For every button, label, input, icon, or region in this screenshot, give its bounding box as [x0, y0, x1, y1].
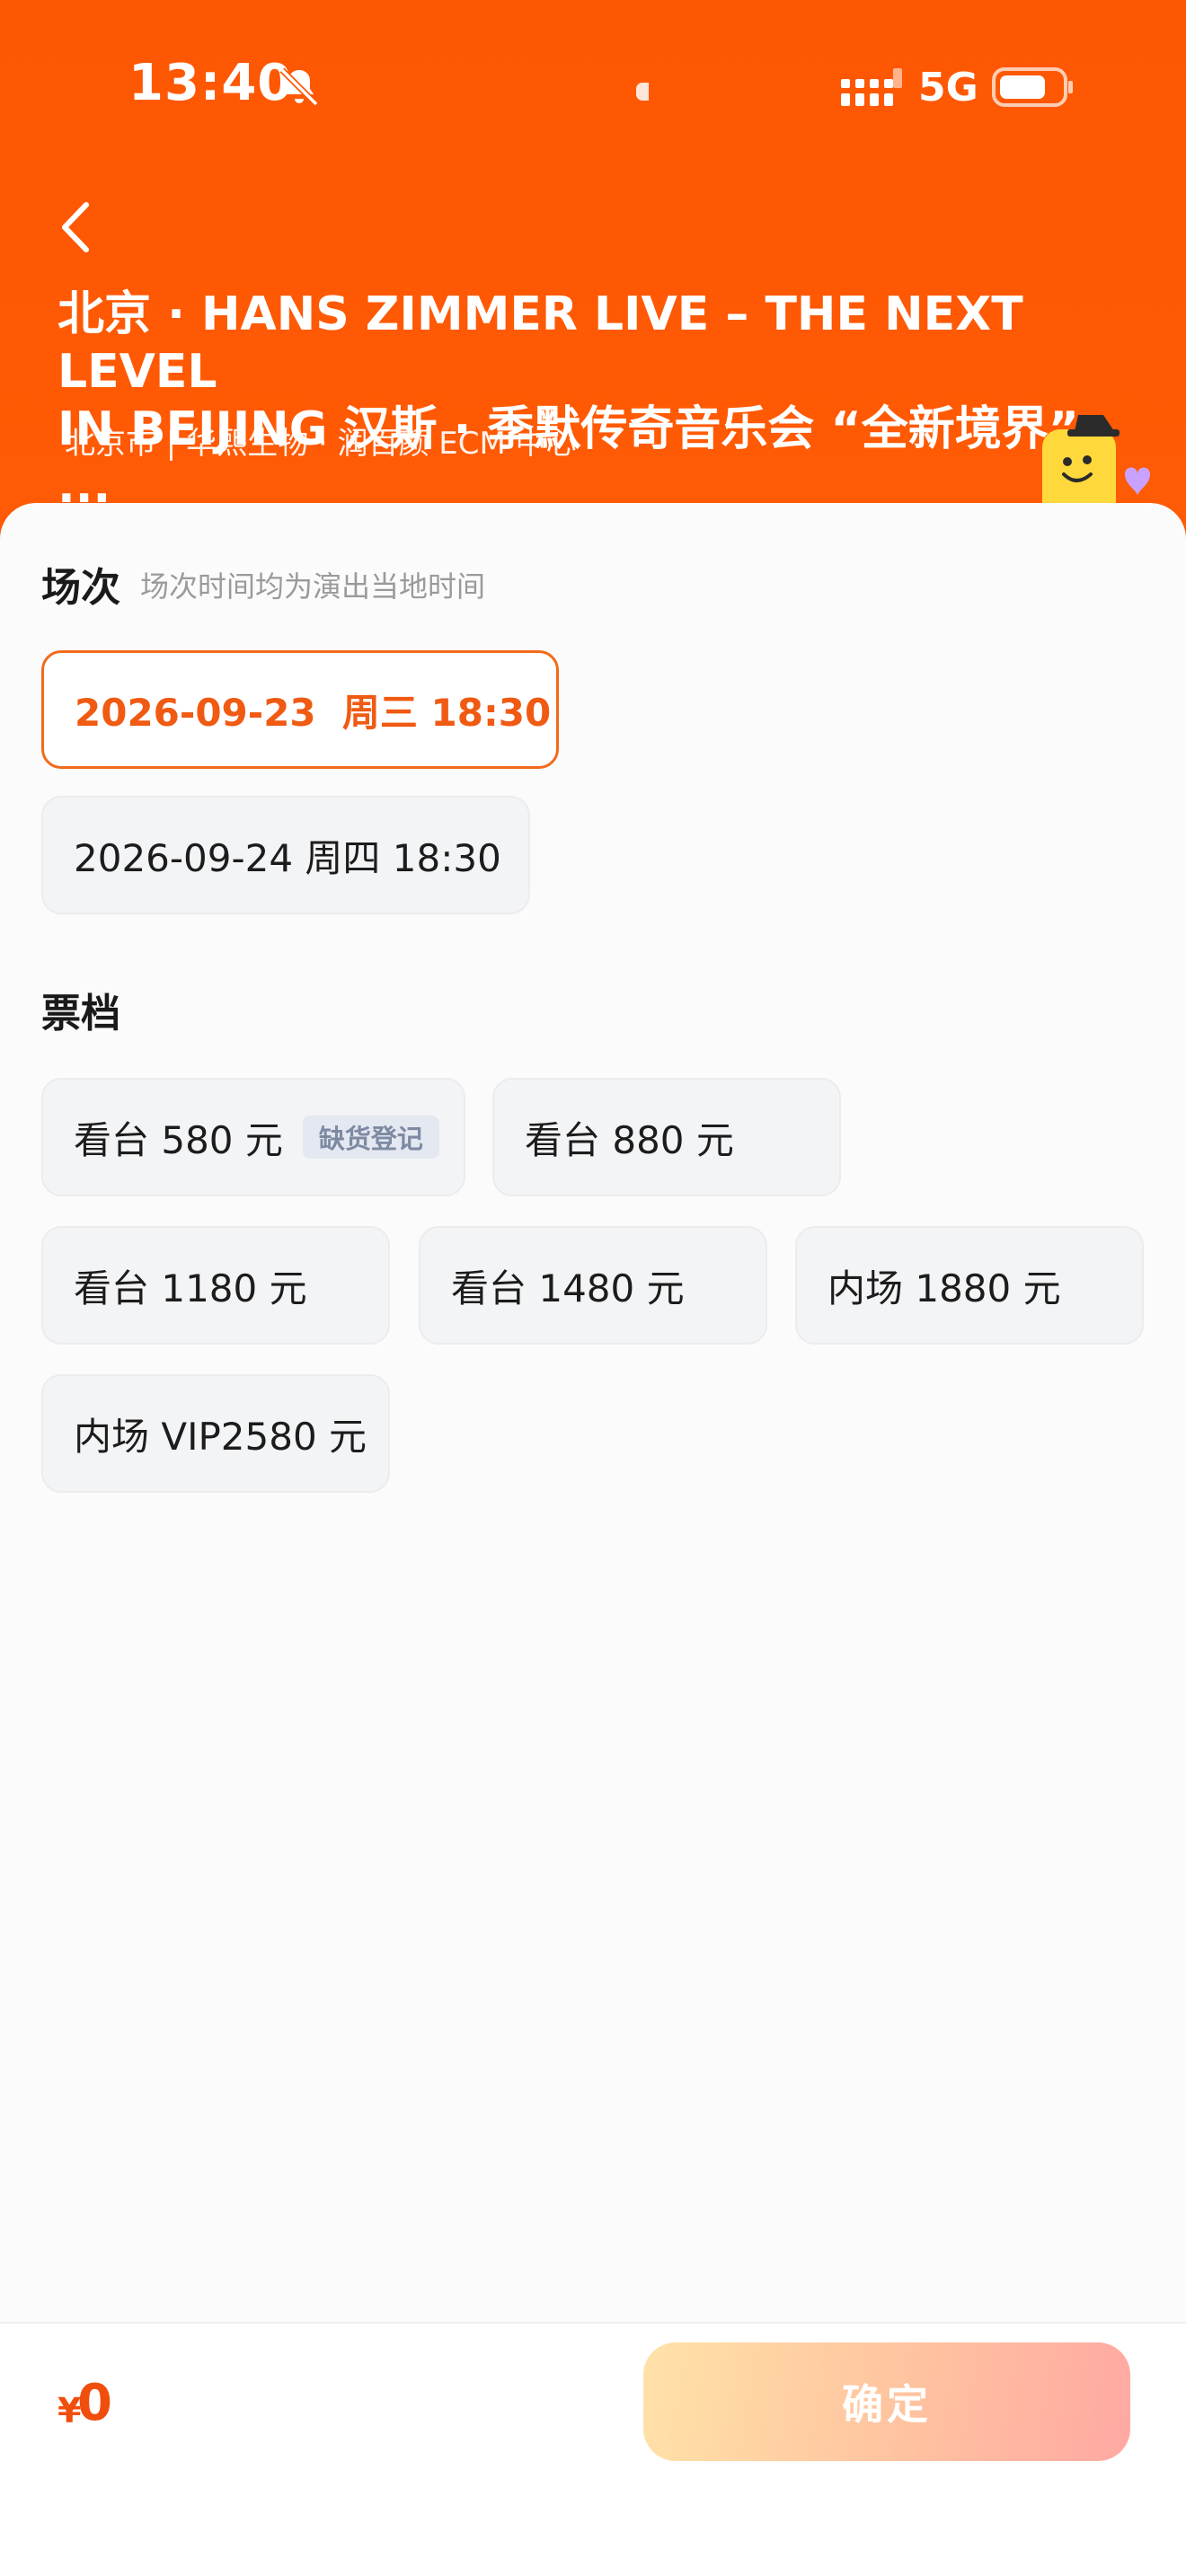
total-price: 0 [77, 2374, 112, 2432]
session-section-hint: 场次时间均为演出当地时间 [140, 569, 486, 604]
session-option-0924[interactable]: 2026-09-24 周四 18:30 [41, 796, 530, 914]
signal-icon [841, 68, 902, 106]
ticket-option-1180[interactable]: 看台 1180 元 [41, 1226, 390, 1345]
ticket-option-880[interactable]: 看台 880 元 [492, 1078, 841, 1196]
ticket-option-label: 看台 880 元 [525, 1117, 734, 1162]
ticket-option-label: 内场 VIP2580 元 [74, 1414, 367, 1459]
ticket-option-vip2580[interactable]: 内场 VIP2580 元 [41, 1374, 390, 1493]
out-of-stock-badge: 缺货登记 [302, 1116, 439, 1159]
battery-icon [992, 67, 1073, 107]
ticket-option-1880[interactable]: 内场 1880 元 [795, 1226, 1144, 1345]
event-venue: 北京市 | 华熙生物 · 润百颜 ECM 中心 [65, 426, 577, 462]
status-bar: 13:40 5G [0, 0, 1186, 171]
ticket-option-label: 看台 1480 元 [451, 1266, 685, 1310]
network-label: 5G [918, 65, 978, 110]
dynamic-island-indicator [636, 83, 649, 101]
back-icon[interactable] [52, 198, 97, 257]
ticket-option-label: 看台 1180 元 [74, 1266, 307, 1310]
ticket-option-label: 看台 580 元 [74, 1117, 283, 1162]
ticket-section-title: 票档 [41, 991, 120, 1037]
confirm-button[interactable]: 确定 [643, 2342, 1130, 2461]
event-title: 北京 · HANS ZIMMER LIVE – THE NEXT LEVEL I… [58, 287, 1079, 514]
status-time: 13:40 [128, 54, 294, 112]
session-option-label: 2026-09-24 周四 18:30 [74, 835, 501, 880]
ticket-option-1480[interactable]: 看台 1480 元 [419, 1226, 767, 1345]
session-section-title: 场次 [41, 565, 120, 611]
session-option-0923[interactable]: 2026-09-23 周三 18:30 [41, 650, 559, 769]
ticket-selection-page: 13:40 5G 北京 · HANS ZIMMER LIVE – THE NEX… [0, 0, 1186, 2576]
session-option-label: 2026-09-23 周三 18:30 [75, 690, 552, 735]
ticket-option-580[interactable]: 看台 580 元 缺货登记 [41, 1078, 465, 1196]
event-header: 13:40 5G 北京 · HANS ZIMMER LIVE – THE NEX… [0, 0, 1186, 557]
ticket-option-label: 内场 1880 元 [828, 1266, 1061, 1310]
bell-muted-icon [279, 67, 319, 107]
